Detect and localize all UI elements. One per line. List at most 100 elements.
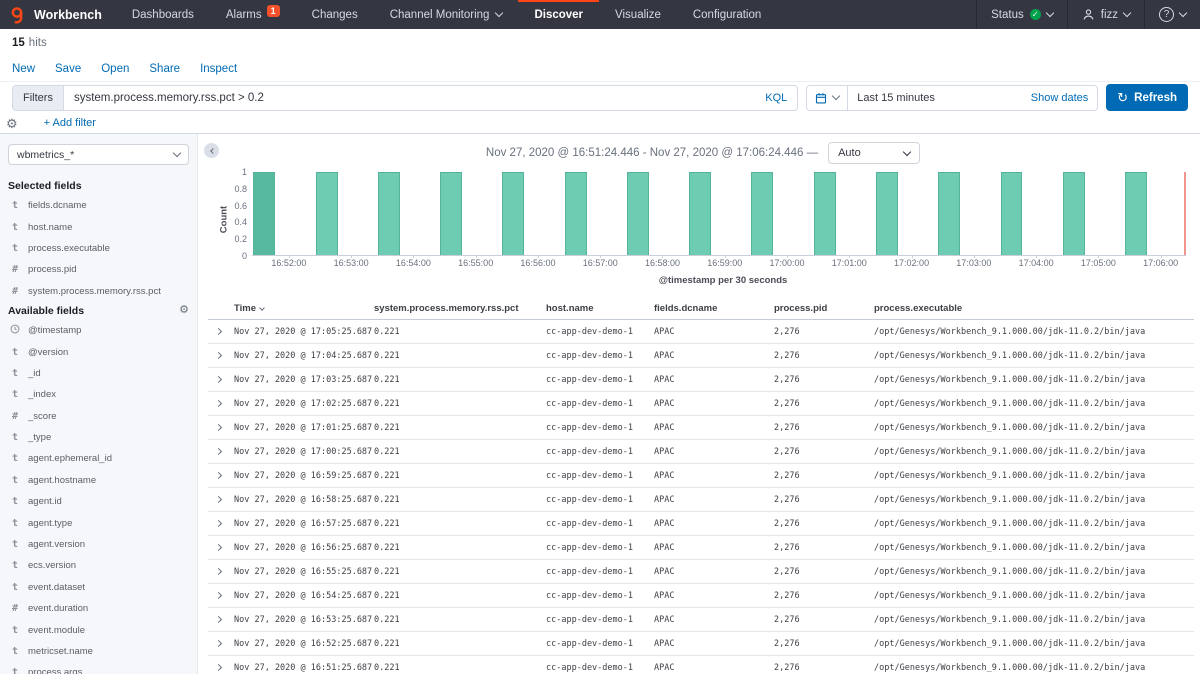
nav-item-configuration[interactable]: Configuration [677, 0, 777, 29]
column-header-fields-dcname[interactable]: fields.dcname [654, 303, 774, 314]
expand-row-icon[interactable] [215, 592, 222, 599]
expand-row-icon[interactable] [215, 496, 222, 503]
expand-row-icon[interactable] [215, 424, 222, 431]
field-item-event-dataset[interactable]: tevent.dataset [8, 577, 189, 598]
nav-item-channel-monitoring[interactable]: Channel Monitoring [374, 0, 519, 29]
field-item-id[interactable]: t_id [8, 363, 189, 384]
discover-actions: New Save Open Share Inspect [0, 56, 1200, 81]
histogram-bar[interactable] [876, 172, 898, 255]
save-button[interactable]: Save [55, 63, 81, 75]
column-header-process-executable[interactable]: process.executable [874, 303, 1194, 314]
histogram-bar[interactable] [565, 172, 587, 255]
query-language-button[interactable]: KQL [755, 92, 797, 104]
column-header-host-name[interactable]: host.name [546, 303, 654, 314]
expand-row-icon[interactable] [215, 328, 222, 335]
expand-row-icon[interactable] [215, 352, 222, 359]
field-item-version[interactable]: t@version [8, 341, 189, 362]
open-button[interactable]: Open [101, 63, 129, 75]
field-item-host-name[interactable]: thost.name [8, 216, 189, 237]
field-item-process-executable[interactable]: tprocess.executable [8, 238, 189, 259]
expand-row-icon[interactable] [215, 400, 222, 407]
table-row: Nov 27, 2020 @ 17:01:25.6870.221cc-app-d… [208, 416, 1194, 440]
show-dates-button[interactable]: Show dates [1022, 92, 1097, 104]
histogram-bar[interactable] [814, 172, 836, 255]
field-item-timestamp[interactable]: @timestamp [8, 320, 189, 341]
table-cell: /opt/Genesys/Workbench_9.1.000.00/jdk-11… [874, 327, 1194, 337]
filter-settings-gear-icon[interactable]: ⚙ [6, 117, 18, 130]
table-cell: cc-app-dev-demo-1 [546, 615, 654, 625]
histogram-bar[interactable] [751, 172, 773, 255]
expand-row-icon[interactable] [215, 472, 222, 479]
collapse-sidebar-button[interactable] [204, 143, 219, 158]
field-settings-gear-icon[interactable]: ⚙ [179, 305, 189, 316]
histogram-bar[interactable] [938, 172, 960, 255]
search-input[interactable] [64, 92, 755, 104]
expand-row-icon[interactable] [215, 640, 222, 647]
field-item-ecs-version[interactable]: tecs.version [8, 555, 189, 576]
column-header-time[interactable]: Time [234, 303, 374, 314]
number-field-icon: # [10, 603, 20, 614]
nav-item-visualize[interactable]: Visualize [599, 0, 677, 29]
time-end-marker [1184, 172, 1186, 255]
calendar-menu-button[interactable] [807, 86, 848, 110]
field-item-process-args[interactable]: tprocess.args [8, 662, 189, 674]
expand-row-icon[interactable] [215, 664, 222, 671]
text-field-icon: t [10, 200, 20, 211]
nav-item-alarms[interactable]: Alarms1 [210, 0, 296, 29]
field-item-score[interactable]: #_score [8, 406, 189, 427]
column-header-system-process-memory-rss-pct[interactable]: system.process.memory.rss.pct [374, 303, 546, 314]
field-item-agent-type[interactable]: tagent.type [8, 512, 189, 533]
field-item-agent-hostname[interactable]: tagent.hostname [8, 470, 189, 491]
histogram-bar[interactable] [378, 172, 400, 255]
user-menu[interactable]: fizz [1067, 0, 1144, 29]
x-tick-label: 16:56:00 [520, 258, 555, 268]
expand-row-icon[interactable] [215, 520, 222, 527]
index-pattern-select[interactable]: wbmetrics_* [8, 144, 189, 165]
field-item-type[interactable]: t_type [8, 427, 189, 448]
histogram-bar[interactable] [1063, 172, 1085, 255]
column-header-process-pid[interactable]: process.pid [774, 303, 874, 314]
histogram-bar[interactable] [689, 172, 711, 255]
help-menu[interactable]: ? [1144, 0, 1200, 29]
expand-row-icon[interactable] [215, 376, 222, 383]
nav-item-changes[interactable]: Changes [296, 0, 374, 29]
text-field-icon: t [10, 667, 20, 674]
expand-row-icon[interactable] [215, 616, 222, 623]
expand-row-icon[interactable] [215, 544, 222, 551]
histogram-bar[interactable] [316, 172, 338, 255]
table-cell: Nov 27, 2020 @ 16:59:25.687 [234, 471, 374, 481]
field-item-metricset-name[interactable]: tmetricset.name [8, 641, 189, 662]
time-range-value[interactable]: Last 15 minutes [848, 92, 1022, 104]
histogram-bar[interactable] [502, 172, 524, 255]
field-item-event-module[interactable]: tevent.module [8, 619, 189, 640]
field-item-index[interactable]: t_index [8, 384, 189, 405]
interval-select[interactable]: Auto [828, 142, 920, 164]
share-button[interactable]: Share [149, 63, 180, 75]
field-item-event-duration[interactable]: #event.duration [8, 598, 189, 619]
expand-row-icon[interactable] [215, 568, 222, 575]
field-item-process-pid[interactable]: #process.pid [8, 259, 189, 280]
field-item-agent-id[interactable]: tagent.id [8, 491, 189, 512]
inspect-button[interactable]: Inspect [200, 63, 237, 75]
add-filter-button[interactable]: + Add filter [44, 117, 96, 129]
histogram-bar[interactable] [1001, 172, 1023, 255]
histogram-bar[interactable] [627, 172, 649, 255]
x-tick-label: 16:57:00 [583, 258, 618, 268]
refresh-button[interactable]: ↻ Refresh [1106, 84, 1188, 111]
field-item-fields-dcname[interactable]: tfields.dcname [8, 195, 189, 216]
expand-row-cell [208, 446, 234, 457]
filters-button[interactable]: Filters [13, 86, 64, 110]
histogram-bar[interactable] [440, 172, 462, 255]
nav-item-dashboards[interactable]: Dashboards [116, 0, 210, 29]
plot-area[interactable] [252, 172, 1186, 256]
histogram-bar[interactable] [1125, 172, 1147, 255]
expand-row-icon[interactable] [215, 448, 222, 455]
status-menu[interactable]: Status ✓ [976, 0, 1067, 29]
new-button[interactable]: New [12, 63, 35, 75]
histogram-bar[interactable] [253, 172, 275, 255]
status-ok-icon: ✓ [1030, 9, 1041, 20]
field-item-agent-version[interactable]: tagent.version [8, 534, 189, 555]
field-item-system-process-memory-rss-pct[interactable]: #system.process.memory.rss.pct [8, 281, 189, 302]
nav-item-discover[interactable]: Discover [518, 0, 599, 29]
field-item-agent-ephemeral-id[interactable]: tagent.ephemeral_id [8, 448, 189, 469]
